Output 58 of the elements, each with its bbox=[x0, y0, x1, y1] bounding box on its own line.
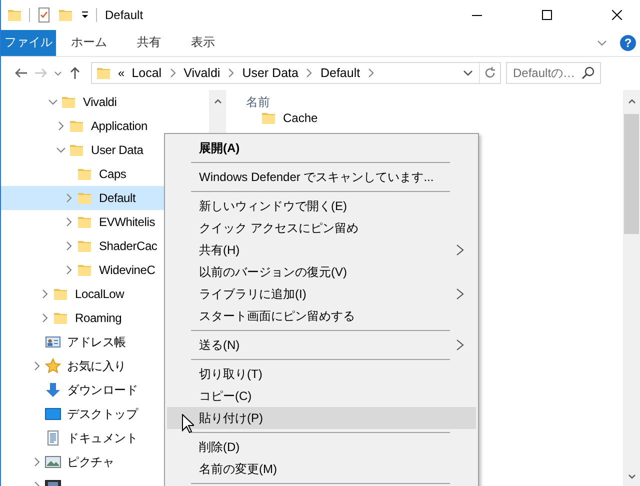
file-tab[interactable]: ファイル bbox=[1, 30, 56, 56]
desktop-icon bbox=[45, 406, 61, 422]
folder-icon bbox=[53, 286, 69, 302]
menu-item[interactable]: 共有(H) bbox=[167, 239, 476, 261]
search-icon bbox=[581, 66, 595, 80]
refresh-icon[interactable] bbox=[483, 66, 497, 80]
close-icon bbox=[612, 10, 622, 20]
folder-icon bbox=[77, 214, 93, 230]
maximize-icon bbox=[542, 10, 552, 20]
folder-icon bbox=[69, 142, 85, 158]
menu-item[interactable]: スタート画面にピン留めする bbox=[167, 305, 476, 327]
document-icon bbox=[45, 430, 61, 446]
folder-icon bbox=[77, 190, 93, 206]
folder-icon bbox=[53, 310, 69, 326]
star-icon bbox=[45, 358, 61, 374]
breadcrumb[interactable]: Vivaldi bbox=[180, 66, 224, 80]
menu-item[interactable]: 貼り付け(P) bbox=[167, 407, 476, 429]
address-bar[interactable]: « Local Vivaldi User Data Default bbox=[91, 62, 501, 84]
ribbon-tab[interactable]: 共有 bbox=[122, 30, 176, 56]
menu-item[interactable]: クイック アクセスにピン留め bbox=[167, 217, 476, 239]
menu-item[interactable]: コピー(C) bbox=[167, 385, 476, 407]
folder-icon bbox=[61, 94, 77, 110]
search-field[interactable]: Defaultの… bbox=[506, 62, 601, 84]
new-folder-icon[interactable] bbox=[58, 7, 74, 23]
menu-item[interactable]: 名前の変更(M) bbox=[167, 458, 476, 480]
menu-item[interactable]: 送る(N) bbox=[167, 334, 476, 356]
scroll-thumb[interactable] bbox=[624, 114, 639, 234]
tree-item[interactable]: Application bbox=[1, 114, 209, 138]
window-title: Default bbox=[105, 8, 144, 22]
scrollbar[interactable] bbox=[623, 90, 640, 486]
file-name[interactable]: Cache bbox=[283, 111, 318, 125]
ribbon-tab[interactable]: 表示 bbox=[176, 30, 230, 56]
menu-item[interactable]: 以前のバージョンの復元(V) bbox=[167, 261, 476, 283]
menu-item[interactable]: ライブラリに追加(I) bbox=[167, 283, 476, 305]
breadcrumb[interactable]: Default bbox=[317, 66, 364, 80]
folder-icon bbox=[96, 65, 112, 82]
breadcrumb[interactable]: Local bbox=[128, 66, 165, 80]
column-header[interactable]: 名前 bbox=[239, 90, 623, 114]
folder-icon bbox=[69, 118, 85, 134]
path-overflow[interactable]: « bbox=[112, 66, 129, 80]
folder-icon bbox=[261, 110, 277, 126]
breadcrumb[interactable]: User Data bbox=[239, 66, 302, 80]
folder-icon bbox=[77, 166, 93, 182]
properties-checklist-icon[interactable] bbox=[36, 7, 52, 23]
contact-card-icon bbox=[45, 334, 61, 350]
menu-item[interactable]: 切り取り(T) bbox=[167, 363, 476, 385]
folder-icon bbox=[7, 7, 23, 23]
picture-icon bbox=[45, 454, 61, 470]
folder-icon bbox=[77, 238, 93, 254]
help-button[interactable]: ? bbox=[620, 34, 636, 51]
menu-item[interactable]: 展開(A) bbox=[167, 137, 476, 159]
tree-item[interactable]: Vivaldi bbox=[1, 90, 209, 114]
folder-icon bbox=[77, 262, 93, 278]
menu-item[interactable]: Windows Defender でスキャンしています... bbox=[167, 166, 476, 188]
menu-item[interactable]: 削除(D) bbox=[167, 436, 476, 458]
ribbon-tab[interactable]: ホーム bbox=[56, 30, 122, 56]
mouse-cursor-icon bbox=[182, 414, 194, 433]
download-arrow-icon bbox=[45, 382, 61, 398]
